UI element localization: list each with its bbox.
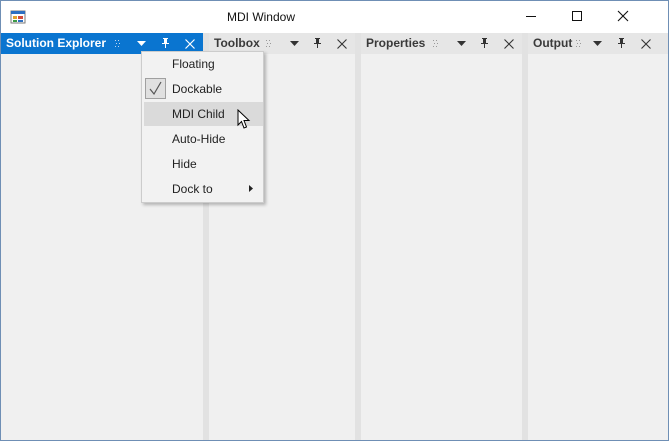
chevron-down-icon — [290, 41, 299, 46]
pin-icon — [162, 38, 169, 48]
title-bar: MDI Window — [1, 1, 668, 34]
close-icon — [503, 38, 514, 49]
grip-icon — [115, 40, 120, 47]
mouse-cursor-icon — [237, 109, 251, 129]
maximize-icon — [572, 11, 582, 21]
pane-properties: Properties — [361, 33, 522, 440]
pane-pin-button[interactable] — [158, 36, 173, 51]
pane-close-button[interactable] — [638, 36, 653, 51]
checkmark-icon — [145, 78, 166, 99]
grip-icon — [433, 40, 438, 47]
close-icon — [184, 38, 195, 49]
close-button[interactable] — [600, 1, 646, 31]
minimize-icon — [526, 16, 536, 17]
menu-item-label: Hide — [172, 157, 197, 171]
close-icon — [336, 38, 347, 49]
menu-item-hide[interactable]: Hide — [144, 152, 263, 176]
pane-dropdown-button[interactable] — [134, 36, 149, 51]
grip-icon — [576, 40, 581, 47]
menu-item-label: Dockable — [172, 82, 223, 96]
close-icon — [617, 10, 629, 22]
pane-dropdown-button[interactable] — [454, 36, 469, 51]
pin-icon — [618, 38, 625, 48]
pane-title: Solution Explorer — [6, 36, 107, 50]
menu-item-label: Floating — [172, 57, 215, 71]
menu-item-label: Auto-Hide — [172, 132, 226, 146]
pane-pin-button[interactable] — [614, 36, 629, 51]
window-title: MDI Window — [226, 10, 295, 24]
menu-item-label: Dock to — [172, 182, 213, 196]
pane-pin-button[interactable] — [310, 36, 325, 51]
close-icon — [640, 38, 651, 49]
pane-output: Output — [528, 33, 668, 440]
chevron-down-icon — [137, 41, 146, 46]
pane-dropdown-button[interactable] — [287, 36, 302, 51]
menu-item-dockable[interactable]: Dockable — [144, 77, 263, 101]
mdi-window: MDI Window Solution Explorer Toolbox Pro… — [0, 0, 669, 441]
pane-close-button[interactable] — [501, 36, 516, 51]
menu-item-dock-to[interactable]: Dock to — [144, 177, 263, 201]
chevron-down-icon — [457, 41, 466, 46]
pane-close-button[interactable] — [334, 36, 349, 51]
menu-item-auto-hide[interactable]: Auto-Hide — [144, 127, 263, 151]
pane-title: Output — [533, 36, 573, 50]
minimize-button[interactable] — [508, 1, 554, 31]
dock-area: Solution Explorer Toolbox Properties Out… — [1, 33, 668, 440]
pin-icon — [481, 38, 488, 48]
menu-item-floating[interactable]: Floating — [144, 52, 263, 76]
chevron-down-icon — [593, 41, 602, 46]
pane-dropdown-button[interactable] — [590, 36, 605, 51]
submenu-arrow-icon — [249, 185, 253, 192]
pane-title: Properties — [366, 36, 426, 50]
pin-icon — [314, 38, 321, 48]
menu-item-label: MDI Child — [172, 107, 225, 121]
pane-close-button[interactable] — [182, 36, 197, 51]
pane-pin-button[interactable] — [477, 36, 492, 51]
maximize-button[interactable] — [554, 1, 600, 31]
pane-header-properties[interactable]: Properties — [361, 33, 522, 54]
grip-icon — [266, 40, 271, 47]
pane-header-output[interactable]: Output — [528, 33, 668, 54]
